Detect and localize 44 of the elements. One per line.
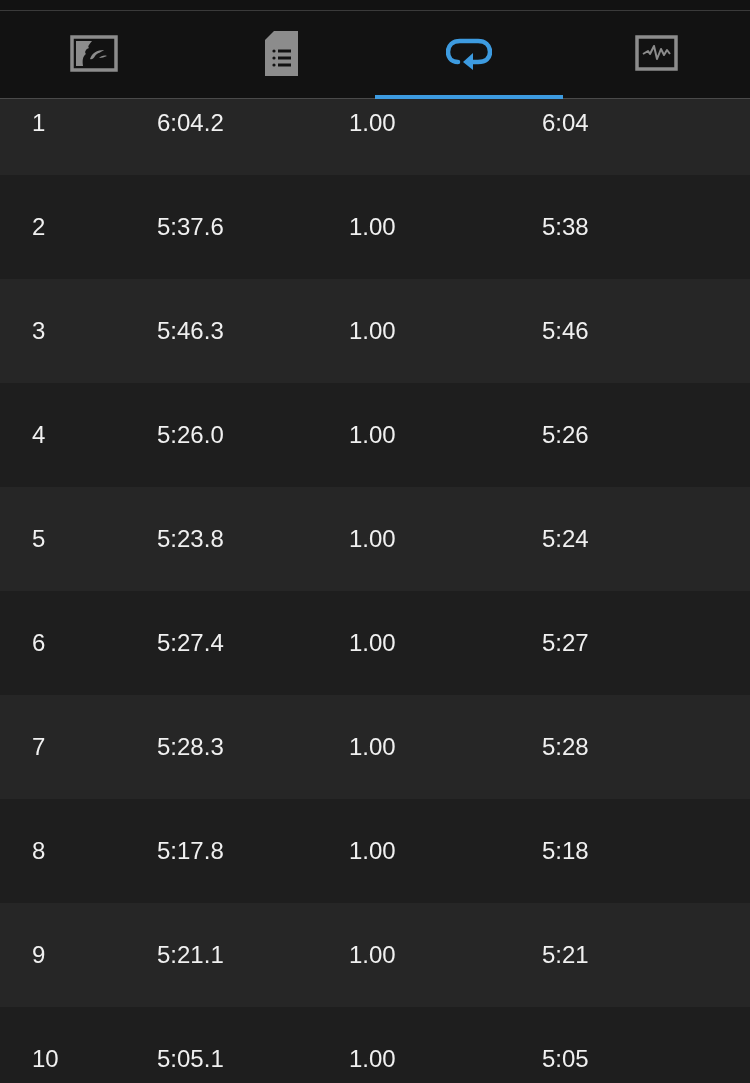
table-cell: 5:28 [542,733,589,761]
table-cell: 5:18 [542,837,589,865]
table-cell: 3 [32,317,46,345]
table-cell: 5:21.1 [157,941,224,969]
table-cell: 5:23.8 [157,525,224,553]
table-cell: 2 [32,213,46,241]
table-cell: 5:17.8 [157,837,224,865]
table-cell: 5:46 [542,317,589,345]
table-cell: 1.00 [349,317,396,345]
table-cell: 10 [32,1045,59,1073]
table-cell: 1.00 [349,837,396,865]
table-cell: 5:05.1 [157,1045,224,1073]
table-cell: 5:26.0 [157,421,224,449]
table-cell: 5:28.3 [157,733,224,761]
table-cell: 5:27.4 [157,629,224,657]
table-cell: 1 [32,109,46,137]
table-cell: 1.00 [349,109,396,137]
table-cell: 5:05 [542,1045,589,1073]
table-cell: 5:24 [542,525,589,553]
table-cell: 1.00 [349,733,396,761]
framed-pulse-icon [634,35,678,71]
loop-arrow-icon [445,36,492,70]
table-cell: 8 [32,837,46,865]
table-cell: 6:04 [542,109,589,137]
table-cell: 7 [32,733,46,761]
framed-picture-icon [69,34,118,72]
table-cell: 5 [32,525,46,553]
table-cell: 1.00 [349,1045,396,1073]
table-cell: 1.00 [349,941,396,969]
table-cell: 1.00 [349,629,396,657]
table-cell: 1.00 [349,213,396,241]
table-cell: 9 [32,941,46,969]
table-cell: 5:27 [542,629,589,657]
table-cell: 5:21 [542,941,589,969]
table-cell: 6 [32,629,46,657]
document-list-icon [264,30,298,76]
table-cell: 5:37.6 [157,213,224,241]
table-cell: 6:04.2 [157,109,224,137]
table-cell: 1.00 [349,421,396,449]
table-cell: 5:46.3 [157,317,224,345]
table-cell: 1.00 [349,525,396,553]
table-cell: 5:38 [542,213,589,241]
table-cell: 4 [32,421,46,449]
table-cell: 5:26 [542,421,589,449]
